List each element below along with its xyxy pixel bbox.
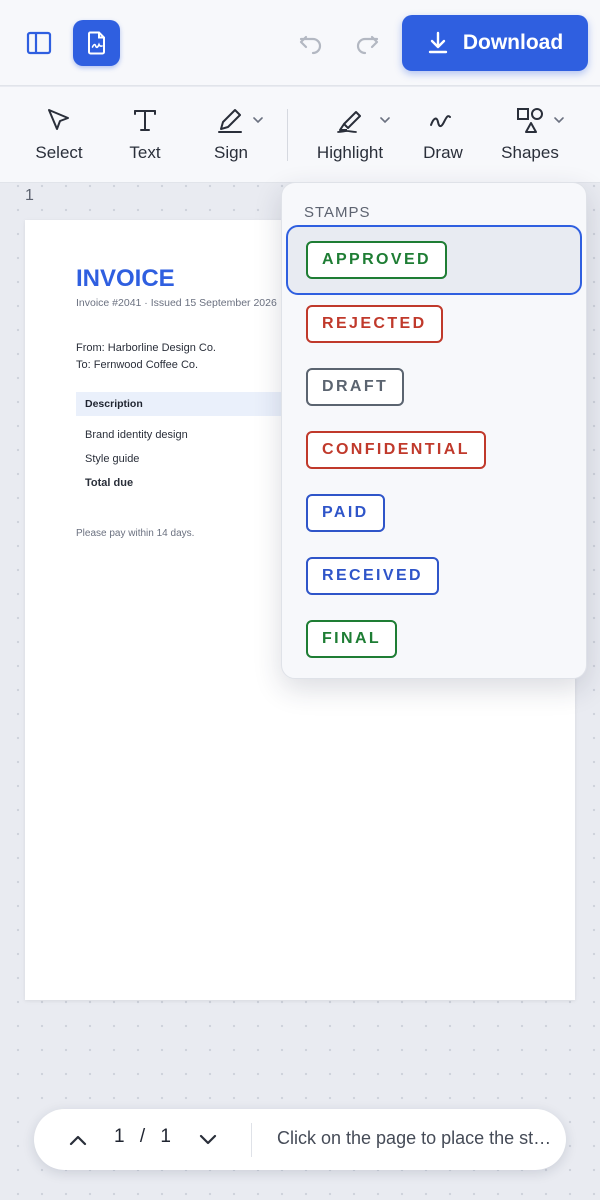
chevron-up-icon (69, 1135, 87, 1146)
stamps-menu-title: STAMPS (304, 204, 371, 221)
page-number: 1 (25, 187, 34, 204)
tool-text-label: Text (129, 143, 161, 162)
highlighter-icon (337, 111, 361, 133)
invoice-meta: Invoice #2041 · Issued 15 September 2026 (76, 297, 277, 309)
download-icon (428, 31, 448, 54)
next-page-button[interactable] (194, 1126, 222, 1154)
stamp-chip: REJECTED (306, 305, 443, 343)
stamp-option-draft[interactable]: DRAFT (286, 352, 582, 422)
redo-button[interactable] (346, 22, 388, 64)
stamp-chip: CONFIDENTIAL (306, 431, 486, 469)
stamp-option-confidential[interactable]: CONFIDENTIAL (286, 415, 582, 485)
tool-bar: Select Text Sign Highlight Draw Shapes (0, 87, 600, 183)
sidebar-toggle-icon (26, 31, 52, 55)
shapes-icon (517, 108, 543, 133)
tool-highlight-label: Highlight (316, 143, 384, 162)
total-pages: 1 (160, 1126, 172, 1147)
placement-hint: Click on the page to place the stamp (277, 1128, 557, 1148)
bottom-bar-divider (251, 1123, 252, 1157)
chevron-down-icon (199, 1134, 217, 1145)
undo-icon (299, 35, 322, 55)
stamp-chip: FINAL (306, 620, 398, 658)
undo-button[interactable] (290, 22, 332, 64)
tool-select[interactable]: Select (14, 87, 104, 182)
stamp-option-final[interactable]: FINAL (286, 604, 582, 674)
redo-icon (356, 35, 379, 55)
squiggle-icon (430, 115, 451, 128)
stamp-option-approved[interactable]: APPROVED (286, 225, 582, 295)
tool-sign-label: Sign (213, 143, 249, 162)
invoice-row: Brand identity design (85, 429, 188, 441)
page-separator: / (139, 1126, 147, 1147)
stamp-chip: RECEIVED (306, 557, 439, 595)
tool-draw-label: Draw (423, 143, 463, 162)
tool-select-label: Select (35, 143, 83, 162)
document-icon (87, 31, 105, 55)
page-navigation-bar: 1 / 1 Click on the page to place the sta… (34, 1109, 566, 1170)
tool-draw[interactable]: Draw (398, 87, 488, 182)
tool-shapes-label: Shapes (501, 143, 559, 162)
document-button[interactable] (73, 20, 120, 66)
sidebar-toggle-button[interactable] (18, 22, 60, 64)
tool-sign[interactable]: Sign (186, 87, 276, 182)
cursor-icon (48, 109, 69, 130)
pen-icon (218, 109, 242, 133)
page-indicator: 1 / 1 (114, 1126, 172, 1148)
invoice-row: Style guide (85, 453, 140, 465)
tool-shapes[interactable]: Shapes (485, 87, 575, 182)
toolbar-divider (287, 109, 288, 161)
chevron-down-icon[interactable] (379, 115, 391, 125)
download-button[interactable]: Download (402, 15, 588, 71)
invoice-to: To: Fernwood Coffee Co. (76, 359, 199, 371)
tool-highlight[interactable]: Highlight (305, 87, 395, 182)
stamp-option-rejected[interactable]: REJECTED (286, 289, 582, 359)
stamp-option-received[interactable]: RECEIVED (286, 541, 582, 611)
top-bar: Download (0, 0, 600, 86)
previous-page-button[interactable] (64, 1126, 92, 1154)
chevron-down-icon[interactable] (252, 115, 264, 125)
tool-text[interactable]: Text (100, 87, 190, 182)
current-page: 1 (114, 1126, 126, 1147)
download-label: Download (462, 31, 564, 54)
invoice-from: From: Harborline Design Co. (76, 342, 216, 354)
text-icon (134, 110, 156, 131)
stamp-option-paid[interactable]: PAID (286, 478, 582, 548)
stamp-chip: PAID (306, 494, 385, 532)
invoice-title: INVOICE (76, 265, 175, 292)
invoice-table-header-label: Description (85, 398, 143, 410)
stamps-menu: STAMPS APPROVED REJECTED DRAFT CONFIDENT… (281, 182, 587, 679)
stamp-chip: APPROVED (306, 241, 447, 279)
invoice-total-row: Total due (85, 477, 134, 489)
invoice-table-header: Description (76, 392, 306, 416)
stamp-chip: DRAFT (306, 368, 405, 406)
invoice-note: Please pay within 14 days. (76, 528, 195, 539)
chevron-down-icon[interactable] (553, 115, 565, 125)
